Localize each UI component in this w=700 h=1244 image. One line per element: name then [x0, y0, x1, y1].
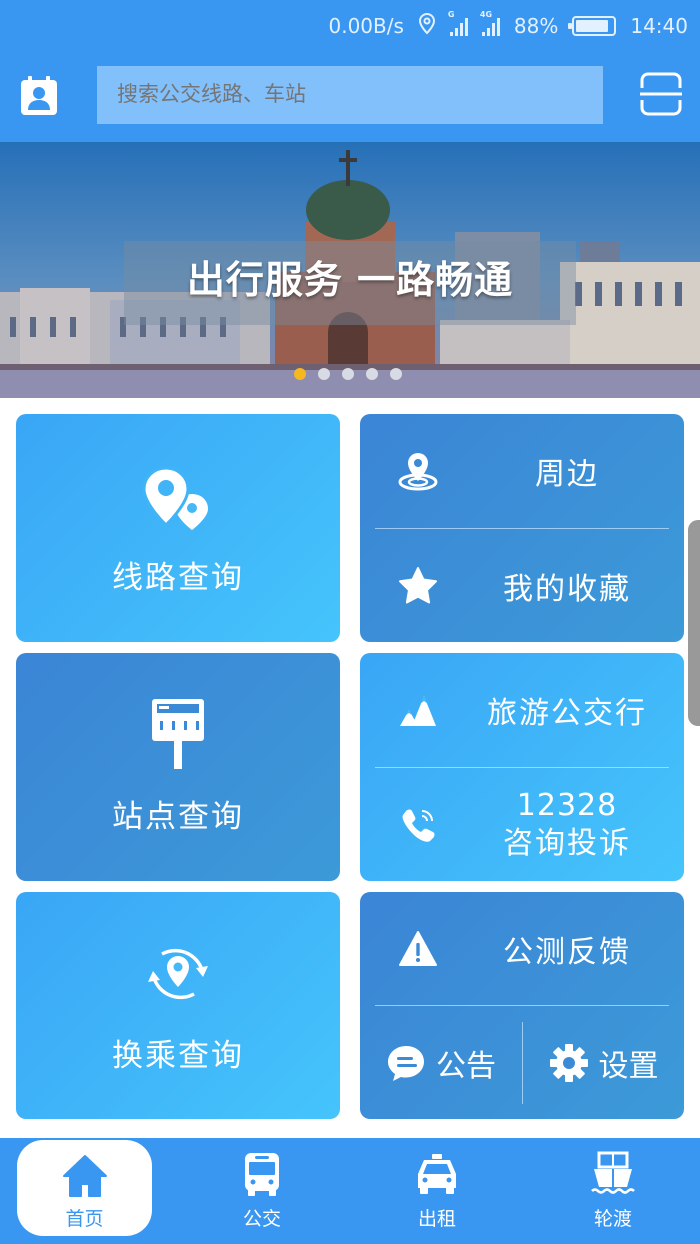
net-speed: 0.00B/s	[328, 14, 404, 38]
banner-carousel[interactable]: 出行服务 一路畅通	[0, 142, 700, 398]
tourism-hotline-tile: 旅游公交行 12328 咨询投诉	[360, 653, 684, 881]
carousel-dot[interactable]	[294, 368, 306, 380]
scan-icon	[640, 72, 682, 116]
taxi-icon	[418, 1154, 456, 1194]
nav-ferry[interactable]: 轮渡	[543, 1138, 683, 1244]
transfer-query-tile[interactable]: 换乘查询	[16, 892, 340, 1119]
favorites-label: 我的收藏	[503, 571, 631, 607]
nearby-favorites-tile: 周边 我的收藏	[360, 414, 684, 642]
battery-percent: 88%	[513, 14, 559, 38]
bottom-navigation: 首页 公交 出租 轮渡	[0, 1138, 700, 1244]
nav-bus[interactable]: 公交	[192, 1138, 332, 1244]
carousel-dot[interactable]	[318, 368, 330, 380]
chat-bubble-icon	[388, 1045, 424, 1081]
phone-icon	[398, 805, 438, 845]
feedback-button[interactable]: 公测反馈	[360, 892, 684, 1005]
hotline-label: 12328 咨询投诉	[460, 787, 674, 863]
mountain-icon	[398, 690, 438, 730]
notice-button[interactable]: 公告	[360, 1006, 522, 1119]
location-icon	[418, 12, 436, 40]
stop-query-label: 站点查询	[112, 799, 244, 835]
transfer-location-icon	[148, 948, 208, 1000]
app-header	[0, 52, 700, 142]
nearby-location-icon	[398, 451, 438, 491]
hotline-number: 12328	[516, 787, 618, 823]
nearby-label: 周边	[535, 457, 599, 492]
hotline-text: 咨询投诉	[503, 825, 631, 861]
nav-taxi-label: 出租	[417, 1208, 456, 1230]
signal-4g-icon: 4G	[480, 10, 500, 36]
floating-side-handle[interactable]	[688, 520, 700, 726]
nav-ferry-label: 轮渡	[593, 1208, 632, 1230]
signal-icon: G	[448, 10, 468, 36]
contact-card-icon	[21, 76, 57, 115]
carousel-indicator	[294, 368, 402, 380]
stop-query-tile[interactable]: 站点查询	[16, 653, 340, 881]
ferry-icon	[591, 1151, 635, 1194]
nav-taxi[interactable]: 出租	[367, 1138, 507, 1244]
favorites-button[interactable]: 我的收藏	[360, 529, 684, 642]
nav-home[interactable]: 首页	[17, 1140, 152, 1236]
status-bar: 0.00B/s G 4G 88% 14:40	[0, 0, 700, 52]
tourism-bus-label: 旅游公交行	[487, 696, 647, 731]
tourism-bus-button[interactable]: 旅游公交行	[360, 653, 684, 767]
bus-stop-sign-icon	[152, 699, 204, 769]
star-icon	[398, 566, 438, 606]
nav-home-label: 首页	[65, 1208, 104, 1230]
carousel-dot[interactable]	[366, 368, 378, 380]
settings-button[interactable]: 设置	[523, 1006, 684, 1119]
profile-button[interactable]	[20, 76, 58, 116]
banner-caption: 出行服务 一路畅通	[124, 241, 576, 325]
nav-bus-label: 公交	[242, 1208, 281, 1230]
route-query-tile[interactable]: 线路查询	[16, 414, 340, 642]
battery-icon	[568, 16, 617, 36]
route-query-label: 线路查询	[112, 560, 244, 596]
gear-icon	[549, 1043, 588, 1082]
nearby-button[interactable]: 周边	[360, 414, 684, 528]
feedback-notice-settings-tile: 公测反馈 公告 设置	[360, 892, 684, 1119]
warning-icon	[398, 929, 438, 969]
hotline-button[interactable]: 12328 咨询投诉	[360, 768, 684, 881]
clock: 14:40	[630, 14, 688, 38]
carousel-dot[interactable]	[342, 368, 354, 380]
route-pins-icon	[142, 466, 208, 530]
search-input[interactable]	[97, 66, 603, 124]
transfer-query-label: 换乘查询	[112, 1038, 244, 1074]
carousel-dot[interactable]	[390, 368, 402, 380]
notice-label: 公告	[436, 1048, 496, 1084]
home-icon	[62, 1155, 107, 1197]
scan-button[interactable]	[640, 72, 682, 116]
settings-label: 设置	[598, 1048, 659, 1084]
feedback-label: 公测反馈	[503, 934, 631, 970]
bus-icon	[245, 1153, 279, 1196]
